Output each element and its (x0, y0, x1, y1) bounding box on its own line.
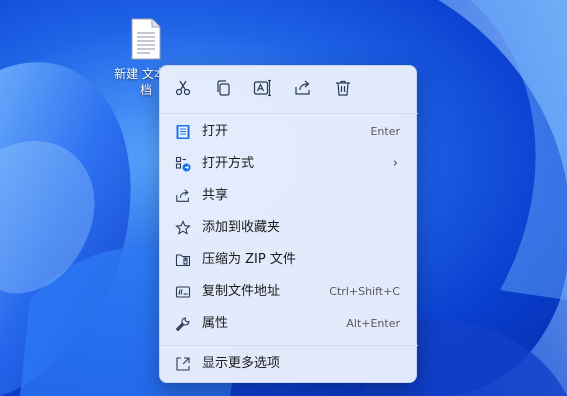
expand-icon (174, 355, 192, 373)
menu-item-add-to-favorites[interactable]: 添加到收藏夹 (164, 213, 414, 243)
menu-item-shortcut: Alt+Enter (346, 317, 400, 330)
menu-item-show-more-options[interactable]: 显示更多选项 (164, 349, 414, 379)
menu-item-label: 属性 (202, 316, 229, 331)
menu-item-label: 显示更多选项 (202, 356, 281, 371)
menu-divider (160, 345, 418, 346)
share-icon (174, 187, 192, 205)
trash-icon (334, 79, 352, 101)
rename-icon (253, 79, 273, 101)
delete-button[interactable] (330, 78, 356, 102)
chevron-right-icon: › (392, 156, 398, 171)
menu-item-copy-path[interactable]: 复制文件地址 Ctrl+Shift+C (164, 277, 414, 307)
menu-item-label: 压缩为 ZIP 文件 (202, 252, 296, 267)
menu-item-label: 复制文件地址 (202, 284, 281, 299)
copy-icon (214, 79, 232, 101)
menu-item-compress-zip[interactable]: 压缩为 ZIP 文件 (164, 245, 414, 275)
menu-item-label: 添加到收藏夹 (202, 220, 281, 235)
wrench-icon (174, 315, 192, 333)
menu-item-shortcut: Ctrl+Shift+C (329, 285, 400, 298)
share-icon (294, 79, 312, 101)
star-icon (174, 219, 192, 237)
menu-item-label: 打开 (202, 124, 229, 139)
open-with-icon (174, 155, 192, 173)
share-button[interactable] (290, 78, 316, 102)
menu-item-properties[interactable]: 属性 Alt+Enter (164, 309, 414, 339)
menu-item-label: 共享 (202, 188, 229, 203)
text-document-icon (130, 18, 162, 64)
menu-item-open[interactable]: 打开 Enter (164, 117, 414, 147)
menu-item-open-with[interactable]: 打开方式 › (164, 149, 414, 179)
zip-folder-icon (174, 251, 192, 269)
cut-button[interactable] (170, 78, 196, 102)
scissors-icon (174, 79, 192, 101)
context-menu-toolbar (160, 66, 418, 113)
copy-button[interactable] (210, 78, 236, 102)
menu-item-share[interactable]: 共享 (164, 181, 414, 211)
rename-button[interactable] (250, 78, 276, 102)
menu-item-shortcut: Enter (370, 125, 400, 138)
menu-item-label: 打开方式 (202, 156, 255, 171)
menu-divider (160, 113, 418, 114)
context-menu: 打开 Enter 打开方式 › 共享 添加到收藏夹 压缩为 ZIP 文件 复制文… (159, 65, 418, 383)
notepad-icon (174, 123, 192, 141)
copy-path-icon (174, 283, 192, 301)
